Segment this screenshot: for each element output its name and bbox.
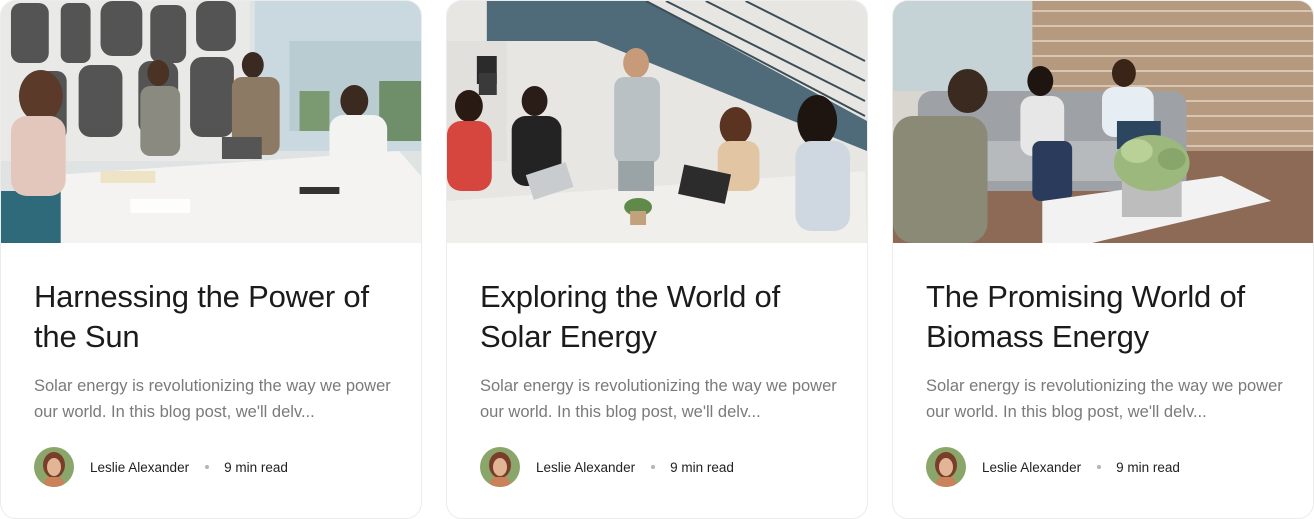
blog-card[interactable]: Harnessing the Power of the Sun Solar en… [0,0,422,519]
blog-card-meta: Leslie Alexander 9 min read [480,447,734,487]
bullet-dot-icon [1097,465,1102,469]
blog-card-image[interactable] [1,1,421,243]
blog-card-image[interactable] [447,1,867,243]
blog-card-excerpt: Solar energy is revolutionizing the way … [34,377,391,421]
author-avatar [34,447,74,487]
blog-card-meta: Leslie Alexander 9 min read [926,447,1180,487]
read-time: 9 min read [1116,459,1180,475]
blog-card[interactable]: Exploring the World of Solar Energy Sola… [446,0,868,519]
blog-card-title[interactable]: Exploring the World of Solar Energy [480,277,840,357]
blog-card-title[interactable]: Harnessing the Power of the Sun [34,277,394,357]
blog-card[interactable]: The Promising World of Biomass Energy So… [892,0,1314,519]
blog-card-image[interactable] [893,1,1313,243]
blog-card-grid: Harnessing the Power of the Sun Solar en… [0,0,1314,519]
read-time: 9 min read [670,459,734,475]
author-name: Leslie Alexander [982,459,1082,475]
blog-card-excerpt: Solar energy is revolutionizing the way … [480,377,837,421]
author-avatar [926,447,966,487]
blog-card-title[interactable]: The Promising World of Biomass Energy [926,277,1286,357]
author-avatar [480,447,520,487]
blog-card-excerpt: Solar energy is revolutionizing the way … [926,377,1283,421]
read-time: 9 min read [224,459,288,475]
bullet-dot-icon [205,465,210,469]
bullet-dot-icon [651,465,656,469]
author-name: Leslie Alexander [90,459,190,475]
blog-card-meta: Leslie Alexander 9 min read [34,447,288,487]
author-name: Leslie Alexander [536,459,636,475]
